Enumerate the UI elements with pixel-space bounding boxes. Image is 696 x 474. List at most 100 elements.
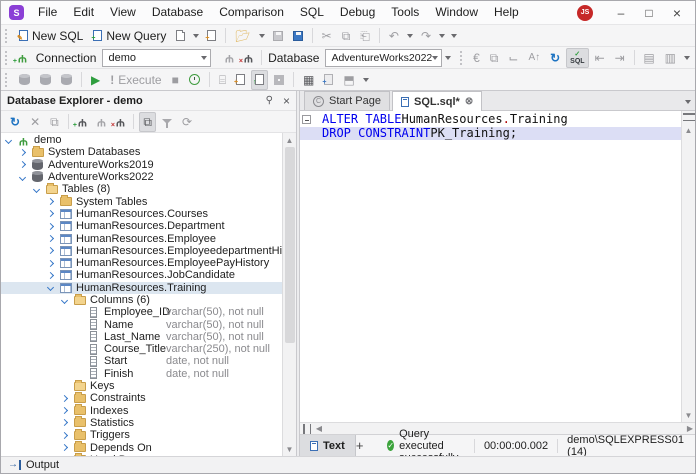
expander-icon[interactable] bbox=[60, 407, 69, 415]
tree-item-employee-id[interactable]: Employee_ID varchar(50), not null bbox=[1, 306, 282, 318]
expander-icon[interactable] bbox=[46, 284, 55, 292]
tree-item-humanresources-courses[interactable]: HumanResources.Courses bbox=[1, 208, 282, 220]
close-button[interactable]: × bbox=[663, 2, 691, 24]
minimize-button[interactable]: – bbox=[607, 2, 635, 24]
tab-list-caret-icon[interactable] bbox=[685, 100, 691, 104]
tree-item-system-tables[interactable]: System Tables bbox=[1, 195, 282, 208]
new-query-button[interactable]: + New Query bbox=[89, 26, 170, 46]
connection-combobox[interactable]: demo bbox=[102, 48, 211, 67]
open-file-button[interactable]: 📂︎ bbox=[231, 26, 254, 46]
toolbar-overflow-icon[interactable] bbox=[362, 77, 369, 82]
tree-item-tables-8-[interactable]: Tables (8) bbox=[1, 182, 282, 195]
tab-start-page[interactable]: C Start Page bbox=[304, 91, 390, 110]
explorer-delete-button[interactable]: ✕ bbox=[26, 112, 44, 132]
scroll-up-icon[interactable]: ▲ bbox=[283, 133, 297, 147]
connection-combo-caret-icon[interactable] bbox=[200, 55, 207, 60]
expander-icon[interactable] bbox=[4, 136, 13, 144]
split-editor-handle[interactable] bbox=[303, 423, 311, 434]
format-sql-button[interactable]: ✓ SQL bbox=[566, 47, 589, 68]
disconnect-button[interactable]: Ψ × bbox=[239, 48, 257, 68]
toolbar-grip[interactable] bbox=[5, 72, 10, 87]
split-editor-handle[interactable] bbox=[682, 113, 695, 121]
connect-button[interactable]: Ψ bbox=[221, 48, 238, 68]
db-compare-button[interactable] bbox=[15, 70, 34, 90]
redo-dropdown-icon[interactable] bbox=[439, 33, 445, 38]
expander-icon[interactable] bbox=[46, 198, 55, 206]
fold-collapse-icon[interactable] bbox=[300, 115, 313, 125]
db-edit-button[interactable] bbox=[57, 70, 76, 90]
editor-vscrollbar[interactable]: ▲ ▼ bbox=[681, 111, 695, 422]
redo-button[interactable]: ↷ bbox=[417, 26, 435, 46]
tree-item-humanresources-jobcandidate[interactable]: HumanResources.JobCandidate bbox=[1, 269, 282, 281]
tree-item-system-databases[interactable]: System Databases bbox=[1, 145, 282, 158]
new-sql-button[interactable]: ✎ New SQL bbox=[15, 26, 87, 46]
sql-editor[interactable]: ALTER TABLE HumanResources. Training DROP … bbox=[300, 111, 681, 422]
comment-lines-button[interactable]: ▤ bbox=[639, 48, 658, 68]
db-sync-button[interactable] bbox=[36, 70, 55, 90]
new-document-button[interactable] bbox=[172, 26, 189, 46]
new-window-button[interactable]: + bbox=[203, 26, 220, 46]
save-button[interactable] bbox=[269, 26, 287, 46]
explorer-filter-button[interactable] bbox=[158, 112, 176, 132]
tree-item-humanresources-employeepayhistory[interactable]: HumanResources.EmployeePayHistory bbox=[1, 257, 282, 269]
tree-item-humanresources-department[interactable]: HumanResources.Department bbox=[1, 220, 282, 232]
tree-item-statistics[interactable]: Statistics bbox=[1, 416, 282, 429]
indent-increase-button[interactable]: ⇥ bbox=[611, 48, 629, 68]
expander-icon[interactable] bbox=[18, 161, 27, 169]
tree-item-humanresources-employee[interactable]: HumanResources.Employee bbox=[1, 232, 282, 245]
scroll-down-icon[interactable]: ▼ bbox=[283, 442, 297, 456]
editor-hscrollbar[interactable]: ◀ ▶ bbox=[300, 422, 695, 434]
comment-button[interactable]: € bbox=[469, 48, 484, 68]
tree-item-last-name[interactable]: Last_Name varchar(50), not null bbox=[1, 331, 282, 343]
scrollbar-thumb[interactable] bbox=[284, 147, 295, 343]
output-tab[interactable]: Output bbox=[26, 459, 59, 471]
query-profiler-button[interactable]: ⌸ bbox=[215, 70, 230, 90]
tree-item-triggers[interactable]: Triggers bbox=[1, 428, 282, 441]
text-view-tab[interactable]: Text bbox=[300, 434, 356, 457]
database-history-caret-icon[interactable] bbox=[445, 55, 452, 60]
database-combo-caret-icon[interactable] bbox=[432, 55, 439, 60]
user-avatar[interactable]: JS bbox=[577, 4, 593, 21]
tree-item-columns-6-[interactable]: Columns (6) bbox=[1, 293, 282, 306]
tab-close-icon[interactable]: ⊗ bbox=[465, 96, 473, 107]
snippet-button[interactable]: ⧉ bbox=[486, 48, 503, 68]
expander-icon[interactable] bbox=[46, 247, 55, 255]
tree-item-constraints[interactable]: Constraints bbox=[1, 391, 282, 404]
expander-icon[interactable] bbox=[18, 148, 27, 156]
tree-item-finish[interactable]: Finish date, not null bbox=[1, 368, 282, 380]
expander-icon[interactable] bbox=[60, 444, 69, 452]
tree-item-name[interactable]: Name varchar(50), not null bbox=[1, 318, 282, 331]
scroll-down-icon[interactable]: ▼ bbox=[682, 408, 696, 422]
indent-decrease-button[interactable]: ⇤ bbox=[591, 48, 609, 68]
undo-button[interactable]: ↶ bbox=[385, 26, 403, 46]
code-line[interactable]: ALTER TABLE HumanResources. Training bbox=[300, 112, 681, 127]
menu-item-view[interactable]: View bbox=[102, 1, 144, 24]
attach-document-button[interactable]: + bbox=[232, 70, 249, 90]
explorer-connect-button[interactable]: Ψ bbox=[93, 112, 110, 132]
code-line[interactable]: DROP CONSTRAINT PK_Training; bbox=[300, 126, 681, 140]
close-panel-icon[interactable]: × bbox=[283, 94, 290, 108]
tree-item-humanresources-employeedepartmenthistory[interactable]: HumanResources.EmployeedepartmentHistory bbox=[1, 245, 282, 257]
open-file-dropdown-icon[interactable] bbox=[258, 33, 265, 38]
tree-item-start[interactable]: Start date, not null bbox=[1, 355, 282, 367]
cut-button[interactable]: ✂ bbox=[318, 26, 336, 46]
tree-item-humanresources-training[interactable]: HumanResources.Training bbox=[1, 281, 282, 294]
new-connection-button[interactable]: Ψ + bbox=[13, 48, 31, 68]
menu-item-comparison[interactable]: Comparison bbox=[211, 1, 292, 24]
menu-item-debug[interactable]: Debug bbox=[332, 1, 383, 24]
pin-panel-icon[interactable]: ⚲︎ bbox=[266, 95, 273, 106]
tree-item-adventureworks2022[interactable]: AdventureWorks2022 bbox=[1, 171, 282, 183]
toolbar-grip[interactable] bbox=[5, 28, 10, 43]
history-button[interactable] bbox=[185, 70, 204, 90]
toolbar-overflow-icon[interactable] bbox=[451, 33, 457, 38]
new-document-dropdown-icon[interactable] bbox=[193, 33, 200, 38]
tree-item-keys[interactable]: Keys bbox=[1, 379, 282, 392]
tab-sql-sql-[interactable]: SQL.sql* ⊗ bbox=[391, 91, 483, 111]
tree-item-demo[interactable]: Ψdemo bbox=[1, 134, 282, 147]
database-combobox[interactable]: AdventureWorks2022 bbox=[325, 48, 443, 67]
tree-item-adventureworks2019[interactable]: AdventureWorks2019 bbox=[1, 158, 282, 171]
tree-item-depends-on[interactable]: Depends On bbox=[1, 441, 282, 454]
paste-button[interactable]: ⎗ bbox=[356, 26, 374, 46]
menu-item-help[interactable]: Help bbox=[486, 1, 527, 24]
change-case-button[interactable]: A↑ bbox=[524, 48, 544, 68]
